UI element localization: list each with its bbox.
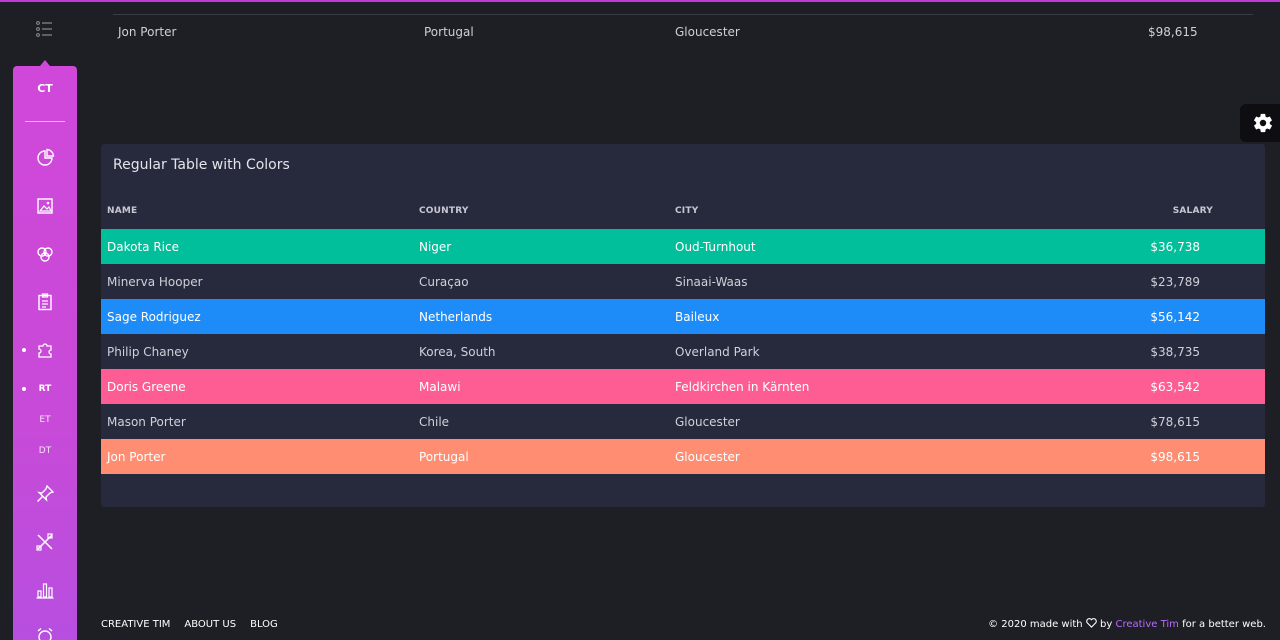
sidebar-divider — [25, 121, 65, 122]
table-row: Mason Porter Chile Gloucester $78,615 — [101, 404, 1265, 439]
sidebar-logo[interactable]: CT — [13, 82, 77, 95]
sidebar: CT RT ET DT — [13, 60, 77, 640]
cell-country: Curaçao — [419, 275, 469, 289]
cell-city: Gloucester — [675, 415, 740, 429]
cell-country: Portugal — [419, 450, 469, 464]
column-header-salary: SALARY — [1172, 206, 1213, 216]
clipboard-icon[interactable] — [35, 292, 55, 312]
table-header: NAME COUNTRY CITY SALARY — [101, 206, 1265, 220]
footer-link-about-us[interactable]: ABOUT US — [184, 619, 236, 630]
copyright-by: by — [1100, 619, 1113, 630]
footer-link-blog[interactable]: BLOG — [250, 619, 278, 630]
cell-salary: $38,735 — [1150, 345, 1200, 359]
settings-button[interactable] — [1240, 104, 1280, 142]
cell-name: Mason Porter — [107, 415, 186, 429]
cell-salary: $36,738 — [1150, 240, 1200, 254]
cell-city: Gloucester — [675, 450, 740, 464]
table-row: Sage Rodriguez Netherlands Baileux $56,1… — [101, 299, 1265, 334]
table-row: Dakota Rice Niger Oud-Turnhout $36,738 — [101, 229, 1265, 264]
table-divider — [113, 14, 1253, 15]
cell-salary: $63,542 — [1150, 380, 1200, 394]
copyright: © 2020 made with by Creative Tim for a b… — [988, 618, 1266, 630]
top-row-country: Portugal — [424, 25, 474, 39]
cell-city: Sinaai-Waas — [675, 275, 748, 289]
cell-country: Malawi — [419, 380, 461, 394]
alarm-icon[interactable] — [35, 626, 55, 640]
copyright-suffix: for a better web. — [1182, 619, 1266, 630]
cell-name: Jon Porter — [107, 450, 166, 464]
top-row-name: Jon Porter — [118, 25, 177, 39]
footer-link-creative-tim[interactable]: CREATIVE TIM — [101, 619, 170, 630]
pin-icon[interactable] — [35, 484, 55, 504]
cell-city: Baileux — [675, 310, 720, 324]
card-title: Regular Table with Colors — [113, 157, 290, 173]
cell-name: Minerva Hooper — [107, 275, 203, 289]
table-row: Minerva Hooper Curaçao Sinaai-Waas $23,7… — [101, 264, 1265, 299]
cell-country: Chile — [419, 415, 450, 429]
sidebar-subitem-et[interactable]: ET — [13, 415, 77, 425]
table-row: Doris Greene Malawi Feldkirchen in Kärnt… — [101, 369, 1265, 404]
copyright-prefix: © 2020 made with — [988, 619, 1083, 630]
footer-nav: CREATIVE TIM ABOUT US BLOG — [101, 619, 292, 630]
cell-country: Niger — [419, 240, 452, 254]
column-header-country: COUNTRY — [419, 206, 469, 216]
cell-salary: $78,615 — [1150, 415, 1200, 429]
cell-salary: $98,615 — [1150, 450, 1200, 464]
menu-list-icon[interactable] — [36, 20, 54, 38]
cell-city: Feldkirchen in Kärnten — [675, 380, 810, 394]
top-row-city: Gloucester — [675, 25, 740, 39]
sidebar-subitem-rt[interactable]: RT — [13, 384, 77, 394]
table-row: Jon Porter Portugal Gloucester $98,615 — [101, 439, 1265, 474]
cell-country: Korea, South — [419, 345, 496, 359]
active-dot — [22, 348, 26, 352]
cell-name: Sage Rodriguez — [107, 310, 201, 324]
cell-name: Dakota Rice — [107, 240, 179, 254]
creative-tim-link[interactable]: Creative Tim — [1115, 619, 1178, 630]
cell-city: Overland Park — [675, 345, 760, 359]
cell-city: Oud-Turnhout — [675, 240, 756, 254]
top-row-salary: $98,615 — [1148, 25, 1198, 39]
image-icon[interactable] — [35, 196, 55, 216]
cell-name: Philip Chaney — [107, 345, 189, 359]
tools-icon[interactable] — [35, 532, 55, 552]
bar-chart-icon[interactable] — [35, 580, 55, 600]
cell-country: Netherlands — [419, 310, 493, 324]
column-header-name: NAME — [107, 206, 138, 216]
puzzle-icon[interactable] — [35, 340, 55, 360]
atom-icon[interactable] — [35, 244, 55, 264]
cell-salary: $56,142 — [1150, 310, 1200, 324]
table-row: Philip Chaney Korea, South Overland Park… — [101, 334, 1265, 369]
cell-salary: $23,789 — [1150, 275, 1200, 289]
heart-icon — [1086, 618, 1097, 628]
colored-table-card: Regular Table with Colors NAME COUNTRY C… — [101, 144, 1265, 507]
gear-icon — [1254, 113, 1272, 133]
chart-pie-icon[interactable] — [35, 148, 55, 168]
column-header-city: CITY — [675, 206, 699, 216]
sidebar-subitem-dt[interactable]: DT — [13, 446, 77, 456]
top-accent-bar — [0, 0, 1280, 2]
sidebar-caret — [40, 60, 50, 66]
cell-name: Doris Greene — [107, 380, 186, 394]
